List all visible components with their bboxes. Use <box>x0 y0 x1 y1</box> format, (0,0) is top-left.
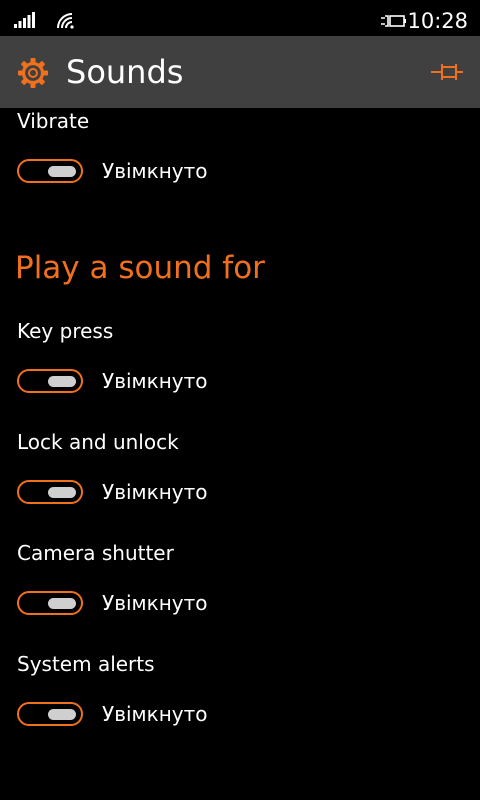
camera-shutter-toggle[interactable] <box>17 591 83 615</box>
clock: 10:28 <box>407 9 468 33</box>
lock-unlock-state: Увімкнуто <box>102 480 208 504</box>
system-alerts-label: System alerts <box>17 652 155 676</box>
system-alerts-toggle-row[interactable]: Увімкнуто <box>17 702 317 728</box>
battery-charging-icon <box>381 15 406 27</box>
toggle-knob <box>48 375 76 387</box>
page-title: Sounds <box>66 53 184 91</box>
vibrate-toggle-row[interactable]: Увімкнуто <box>17 159 317 185</box>
lock-unlock-toggle[interactable] <box>17 480 83 504</box>
vibrate-state: Увімкнуто <box>102 159 208 183</box>
camera-shutter-state: Увімкнуто <box>102 591 208 615</box>
pin-icon[interactable] <box>430 62 464 82</box>
status-bar: 10:28 <box>0 0 480 36</box>
camera-shutter-toggle-row[interactable]: Увімкнуто <box>17 591 317 617</box>
key-press-toggle-row[interactable]: Увімкнуто <box>17 369 317 395</box>
vibrate-toggle[interactable] <box>17 159 83 183</box>
key-press-toggle[interactable] <box>17 369 83 393</box>
lock-unlock-label: Lock and unlock <box>17 430 179 454</box>
system-alerts-toggle[interactable] <box>17 702 83 726</box>
gear-icon <box>18 58 48 88</box>
settings-content: Vibrate Увімкнуто Play a sound for Key p… <box>0 108 480 800</box>
section-title: Play a sound for <box>15 250 265 286</box>
toggle-knob <box>48 708 76 720</box>
toggle-knob <box>48 165 76 177</box>
wifi-icon <box>57 13 74 29</box>
camera-shutter-label: Camera shutter <box>17 541 174 565</box>
lock-unlock-toggle-row[interactable]: Увімкнуто <box>17 480 317 506</box>
header: Sounds <box>0 36 480 108</box>
vibrate-label: Vibrate <box>17 109 90 133</box>
system-alerts-state: Увімкнуто <box>102 702 208 726</box>
key-press-state: Увімкнуто <box>102 369 208 393</box>
key-press-label: Key press <box>17 319 114 343</box>
toggle-knob <box>48 486 76 498</box>
toggle-knob <box>48 597 76 609</box>
signal-icon <box>14 12 35 28</box>
